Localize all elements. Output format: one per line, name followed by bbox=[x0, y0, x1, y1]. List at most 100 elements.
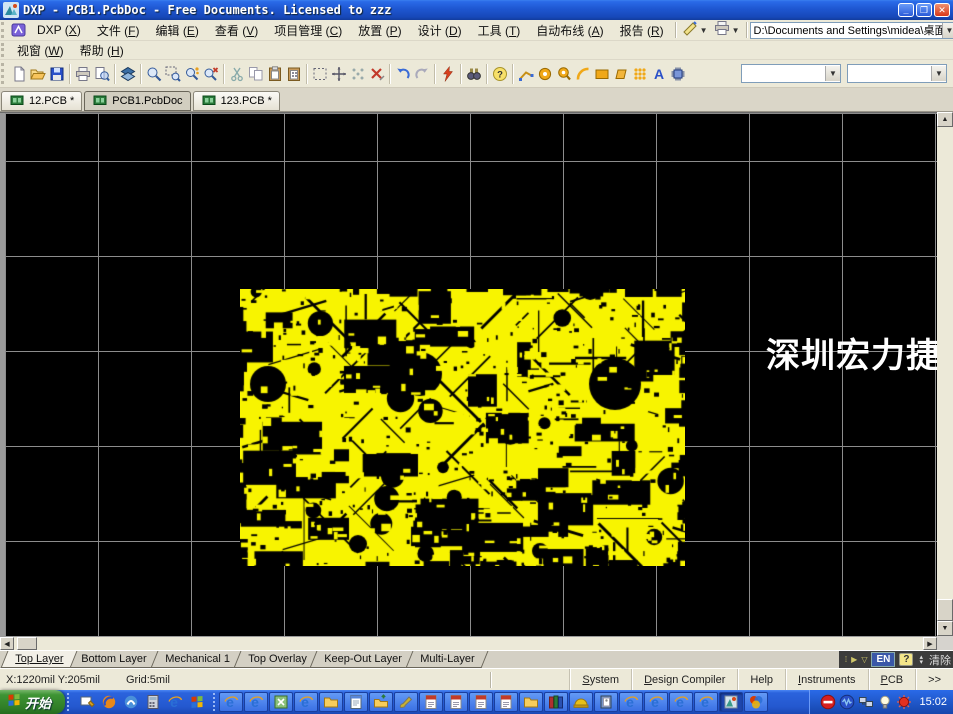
open-folder-button[interactable] bbox=[28, 63, 47, 85]
quicklaunch-ie-icon[interactable]: e bbox=[165, 692, 185, 712]
cut-button[interactable] bbox=[227, 63, 246, 85]
redo-button[interactable] bbox=[412, 63, 431, 85]
taskbar-button-dxp[interactable] bbox=[719, 692, 743, 712]
save-button[interactable] bbox=[47, 63, 66, 85]
taskbar-button-addressbook[interactable] bbox=[594, 692, 618, 712]
select-area-button[interactable] bbox=[310, 63, 329, 85]
paste-button[interactable] bbox=[265, 63, 284, 85]
print-preview-button[interactable] bbox=[92, 63, 111, 85]
menu-grip[interactable] bbox=[1, 22, 6, 38]
tray-voice-icon[interactable] bbox=[839, 694, 855, 710]
layer-tab-multi-layer[interactable]: Multi-Layer bbox=[405, 651, 488, 668]
menu-item-w[interactable]: 视窗 (W) bbox=[9, 40, 72, 61]
undo-button[interactable] bbox=[393, 63, 412, 85]
taskbar-button-ie[interactable]: e bbox=[644, 692, 668, 712]
status-panel-pcb[interactable]: PCB bbox=[868, 669, 916, 690]
quicklaunch-messenger-icon[interactable] bbox=[121, 692, 141, 712]
zoom-points-button[interactable] bbox=[182, 63, 201, 85]
status-panel-item[interactable]: >> bbox=[915, 669, 953, 690]
net-combobox[interactable]: ▼ bbox=[847, 64, 947, 83]
taskbar-button-word[interactable] bbox=[444, 692, 468, 712]
zoom-area-button[interactable] bbox=[163, 63, 182, 85]
place-via-button[interactable] bbox=[554, 63, 573, 85]
clear-button[interactable]: 清除 bbox=[929, 652, 951, 668]
taskbar-button-ie[interactable]: e bbox=[619, 692, 643, 712]
layer-tab-top-layer[interactable]: Top Layer bbox=[1, 651, 78, 668]
zoom-window-button[interactable] bbox=[144, 63, 163, 85]
taskbar-button-colors[interactable] bbox=[744, 692, 768, 712]
restore-button[interactable]: ❐ bbox=[916, 3, 932, 17]
taskbar-grip[interactable] bbox=[213, 693, 217, 711]
quicklaunch-show-desktop-icon[interactable] bbox=[77, 692, 97, 712]
print-tool-button[interactable]: ▼ bbox=[712, 19, 742, 42]
component-combobox[interactable]: ▼ bbox=[741, 64, 841, 83]
horizontal-scroll-thumb[interactable] bbox=[17, 637, 37, 650]
place-component-button[interactable] bbox=[668, 63, 687, 85]
taskbar-button-books[interactable] bbox=[544, 692, 568, 712]
taskbar-button-folder[interactable] bbox=[519, 692, 543, 712]
taskbar-grip[interactable] bbox=[67, 693, 71, 711]
taskbar-button-ie[interactable]: e bbox=[669, 692, 693, 712]
layer-tab-bottom-layer[interactable]: Bottom Layer bbox=[67, 651, 161, 668]
snap-options-icon[interactable]: ⁞ bbox=[845, 655, 847, 664]
menu-grip[interactable] bbox=[1, 43, 6, 57]
taskbar-button-word[interactable] bbox=[419, 692, 443, 712]
taskbar-button-ie[interactable]: e bbox=[244, 692, 268, 712]
place-array-button[interactable] bbox=[630, 63, 649, 85]
clear-filter-button[interactable] bbox=[367, 63, 386, 85]
taskbar-button-excel[interactable] bbox=[269, 692, 293, 712]
pcb-editor-canvas[interactable]: 深圳宏力捷 bbox=[0, 112, 937, 636]
menu-item-v[interactable]: 查看 (V) bbox=[207, 20, 266, 41]
address-combobox[interactable]: D:\Documents and Settings\midea\桌面 ▼ bbox=[750, 22, 953, 39]
menu-item-h[interactable]: 帮助 (H) bbox=[72, 40, 132, 61]
tray-network-icon[interactable] bbox=[858, 694, 874, 710]
status-panel-design-compiler[interactable]: Design Compiler bbox=[631, 669, 737, 690]
status-panel-instruments[interactable]: Instruments bbox=[785, 669, 867, 690]
menu-item-c[interactable]: 项目管理 (C) bbox=[266, 20, 350, 41]
menu-item-f[interactable]: 文件 (F) bbox=[89, 20, 148, 41]
paste-array-button[interactable] bbox=[284, 63, 303, 85]
filter-icon[interactable]: ▽ bbox=[861, 655, 867, 664]
place-string-button[interactable]: A bbox=[649, 63, 668, 85]
taskbar-button-wordpad[interactable] bbox=[344, 692, 368, 712]
tray-bulb-icon[interactable] bbox=[877, 694, 893, 710]
layer-tab-keep-out-layer[interactable]: Keep-Out Layer bbox=[310, 651, 417, 668]
menu-item-p[interactable]: 放置 (P) bbox=[350, 20, 409, 41]
taskbar-button-ie[interactable]: e bbox=[219, 692, 243, 712]
combo-dropdown-button[interactable]: ▼ bbox=[931, 66, 946, 81]
scroll-left-button[interactable]: ◀ bbox=[0, 637, 14, 650]
browse-layers-button[interactable] bbox=[118, 63, 137, 85]
minimize-button[interactable]: _ bbox=[898, 3, 914, 17]
zoom-clear-button[interactable] bbox=[201, 63, 220, 85]
menu-item-t[interactable]: 工具 (T) bbox=[470, 20, 529, 41]
menu-item-x[interactable]: DXP (X) bbox=[29, 21, 89, 39]
deselect-button[interactable] bbox=[348, 63, 367, 85]
address-dropdown-button[interactable]: ▼ bbox=[942, 23, 953, 38]
help-button[interactable]: ? bbox=[490, 63, 509, 85]
taskbar-button-word[interactable] bbox=[494, 692, 518, 712]
move-button[interactable] bbox=[329, 63, 348, 85]
play-icon[interactable]: ▶ bbox=[851, 655, 857, 664]
layer-tab-top-overlay[interactable]: Top Overlay bbox=[233, 651, 321, 668]
toolbar-grip[interactable] bbox=[1, 63, 6, 85]
taskbar-button-word[interactable] bbox=[469, 692, 493, 712]
combo-dropdown-button[interactable]: ▼ bbox=[825, 66, 840, 81]
place-pad-button[interactable] bbox=[535, 63, 554, 85]
doc-tab-123-pcb[interactable]: 123.PCB * bbox=[193, 91, 280, 111]
measure-tool-button[interactable]: ▼ bbox=[680, 19, 710, 42]
tray-alarm-icon[interactable] bbox=[896, 694, 912, 710]
taskbar-button-folder-open[interactable] bbox=[369, 692, 393, 712]
quicklaunch-calculator-icon[interactable] bbox=[143, 692, 163, 712]
place-fill-button[interactable] bbox=[592, 63, 611, 85]
print-button[interactable] bbox=[73, 63, 92, 85]
taskbar-button-paint[interactable] bbox=[394, 692, 418, 712]
scroll-up-button[interactable]: ▲ bbox=[937, 112, 953, 127]
doc-tab-12-pcb[interactable]: 12.PCB * bbox=[1, 91, 82, 111]
menu-item-r[interactable]: 报告 (R) bbox=[612, 20, 672, 41]
tray-no-entry-icon[interactable] bbox=[820, 694, 836, 710]
start-button[interactable]: 开始 bbox=[0, 690, 65, 714]
menu-item-e[interactable]: 编辑 (E) bbox=[148, 20, 207, 41]
vertical-scroll-thumb[interactable] bbox=[937, 599, 953, 621]
place-arc-button[interactable] bbox=[573, 63, 592, 85]
scroll-down-button[interactable]: ▼ bbox=[937, 621, 953, 636]
